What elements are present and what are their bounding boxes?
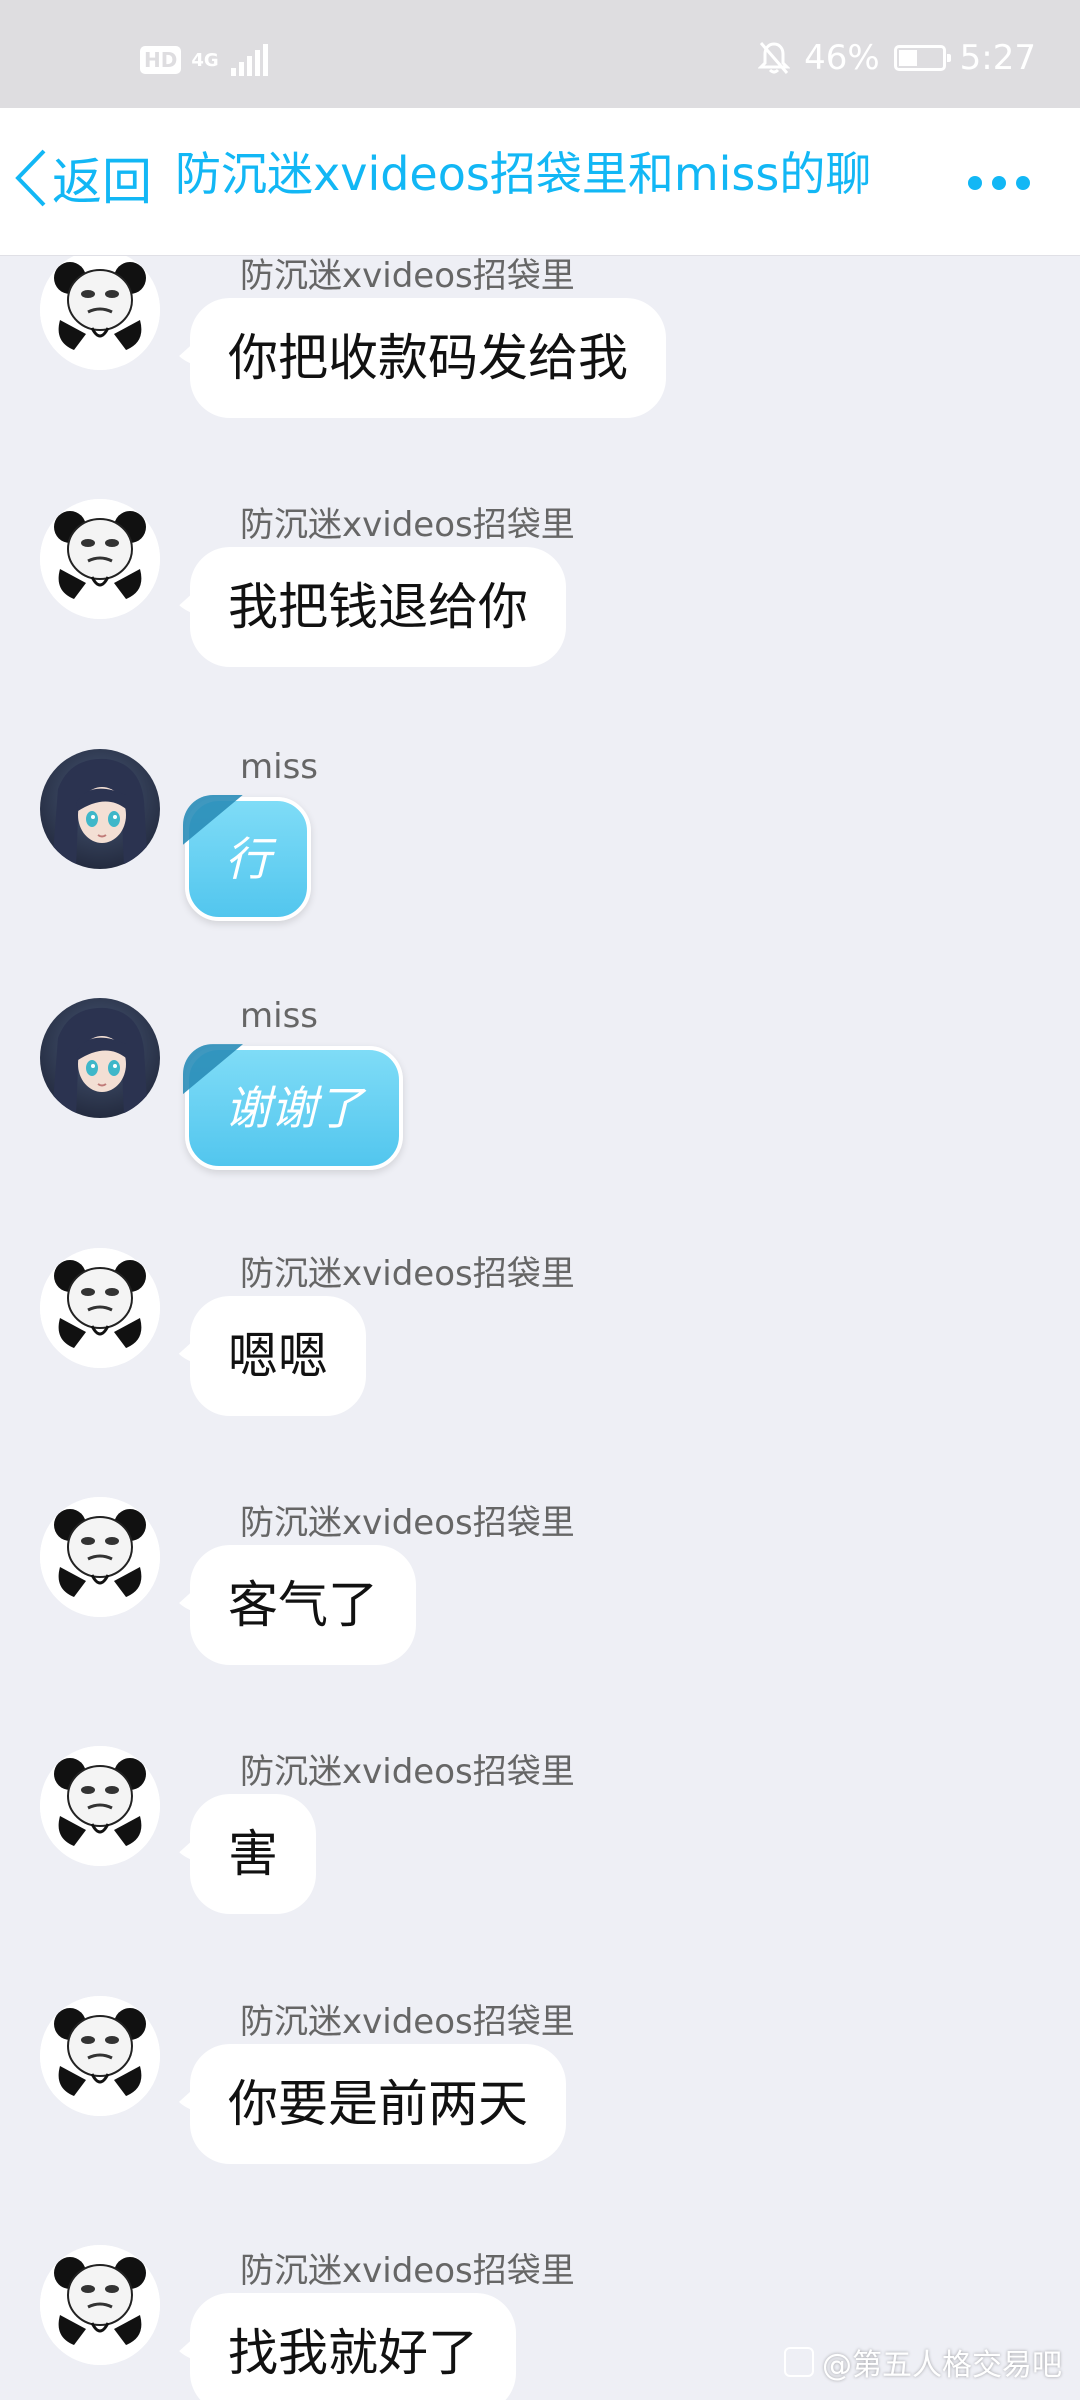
sender-name: 防沉迷xvideos招袋里	[240, 2001, 575, 2042]
sender-name: 防沉迷xvideos招袋里	[240, 1502, 575, 1543]
avatar-panda[interactable]	[40, 1496, 160, 1617]
sender-name: 防沉迷xvideos招袋里	[240, 1253, 575, 1294]
battery-percent: 46%	[804, 38, 880, 78]
avatar-panda[interactable]	[40, 499, 160, 620]
message-bubble[interactable]: 行	[185, 796, 311, 921]
sender-name: miss	[240, 746, 318, 787]
message-bubble[interactable]: 害	[190, 1794, 316, 1915]
hd-badge: HD	[140, 46, 182, 74]
chevron-left-icon	[15, 149, 46, 207]
status-right: 46% 5:27	[758, 38, 1036, 78]
message-row: 防沉迷xvideos招袋里 嗯嗯	[0, 1247, 1080, 1498]
message-bubble[interactable]: 你要是前两天	[190, 2043, 566, 2164]
back-button[interactable]: 返回	[14, 142, 152, 214]
dot-icon	[968, 176, 982, 190]
message-row: miss 行	[0, 746, 1080, 999]
message-bubble[interactable]: 谢谢了	[185, 1046, 403, 1171]
sender-name: 防沉迷xvideos招袋里	[240, 256, 575, 296]
clock: 5:27	[959, 38, 1036, 78]
status-left: HD 4G	[140, 44, 269, 76]
avatar-miss[interactable]	[40, 748, 160, 869]
chat-header: 返回 防沉迷xvideos招袋里和miss的聊	[0, 108, 1080, 256]
message-bubble[interactable]: 你把收款码发给我	[190, 298, 666, 418]
message-row: miss 谢谢了	[0, 996, 1080, 1248]
avatar-panda[interactable]	[40, 256, 160, 370]
watermark: @第五人格交易吧	[784, 2340, 1062, 2384]
bell-muted-icon	[758, 42, 791, 74]
watermark-text: @第五人格交易吧	[822, 2348, 1062, 2383]
message-list[interactable]: 防沉迷xvideos招袋里 你把收款码发给我 防沉迷xvideos招袋里 我把钱退给你…	[0, 256, 1080, 2400]
more-options-button[interactable]	[968, 176, 1030, 190]
message-row: 防沉迷xvideos招袋里 你把收款码发给我	[0, 256, 1080, 500]
avatar-miss[interactable]	[40, 998, 160, 1119]
message-row: 防沉迷xvideos招袋里 你要是前两天	[0, 1995, 1080, 2246]
dot-icon	[1016, 176, 1030, 190]
avatar-panda[interactable]	[40, 2245, 160, 2366]
message-row: 防沉迷xvideos招袋里害	[0, 1746, 1080, 1996]
avatar-panda[interactable]	[40, 1995, 160, 2116]
message-row: 防沉迷xvideos招袋里 客气了	[0, 1496, 1080, 1747]
sender-name: 防沉迷xvideos招袋里	[240, 505, 575, 546]
battery-icon	[893, 45, 951, 71]
message-row: 防沉迷xvideos招袋里 我把钱退给你	[0, 499, 1080, 749]
watermark-logo-icon	[784, 2347, 814, 2377]
message-bubble[interactable]: 客气了	[190, 1544, 416, 1665]
message-bubble[interactable]: 我把钱退给你	[190, 547, 566, 668]
sender-name: 防沉迷xvideos招袋里	[240, 2251, 575, 2292]
network-label: 4G	[191, 49, 219, 71]
chat-title: 防沉迷xvideos招袋里和miss的聊	[175, 147, 872, 201]
sender-name: 防沉迷xvideos招袋里	[240, 1752, 575, 1793]
avatar-panda[interactable]	[40, 1247, 160, 1368]
status-bar: HD 4G 46% 5:27	[0, 0, 1080, 108]
back-label: 返回	[52, 153, 152, 211]
sender-name: miss	[240, 996, 318, 1037]
signal-icon	[230, 44, 268, 76]
message-bubble[interactable]: 嗯嗯	[190, 1295, 366, 1416]
avatar-panda[interactable]	[40, 1746, 160, 1867]
message-bubble[interactable]: 找我就好了	[190, 2293, 516, 2400]
dot-icon	[992, 176, 1006, 190]
